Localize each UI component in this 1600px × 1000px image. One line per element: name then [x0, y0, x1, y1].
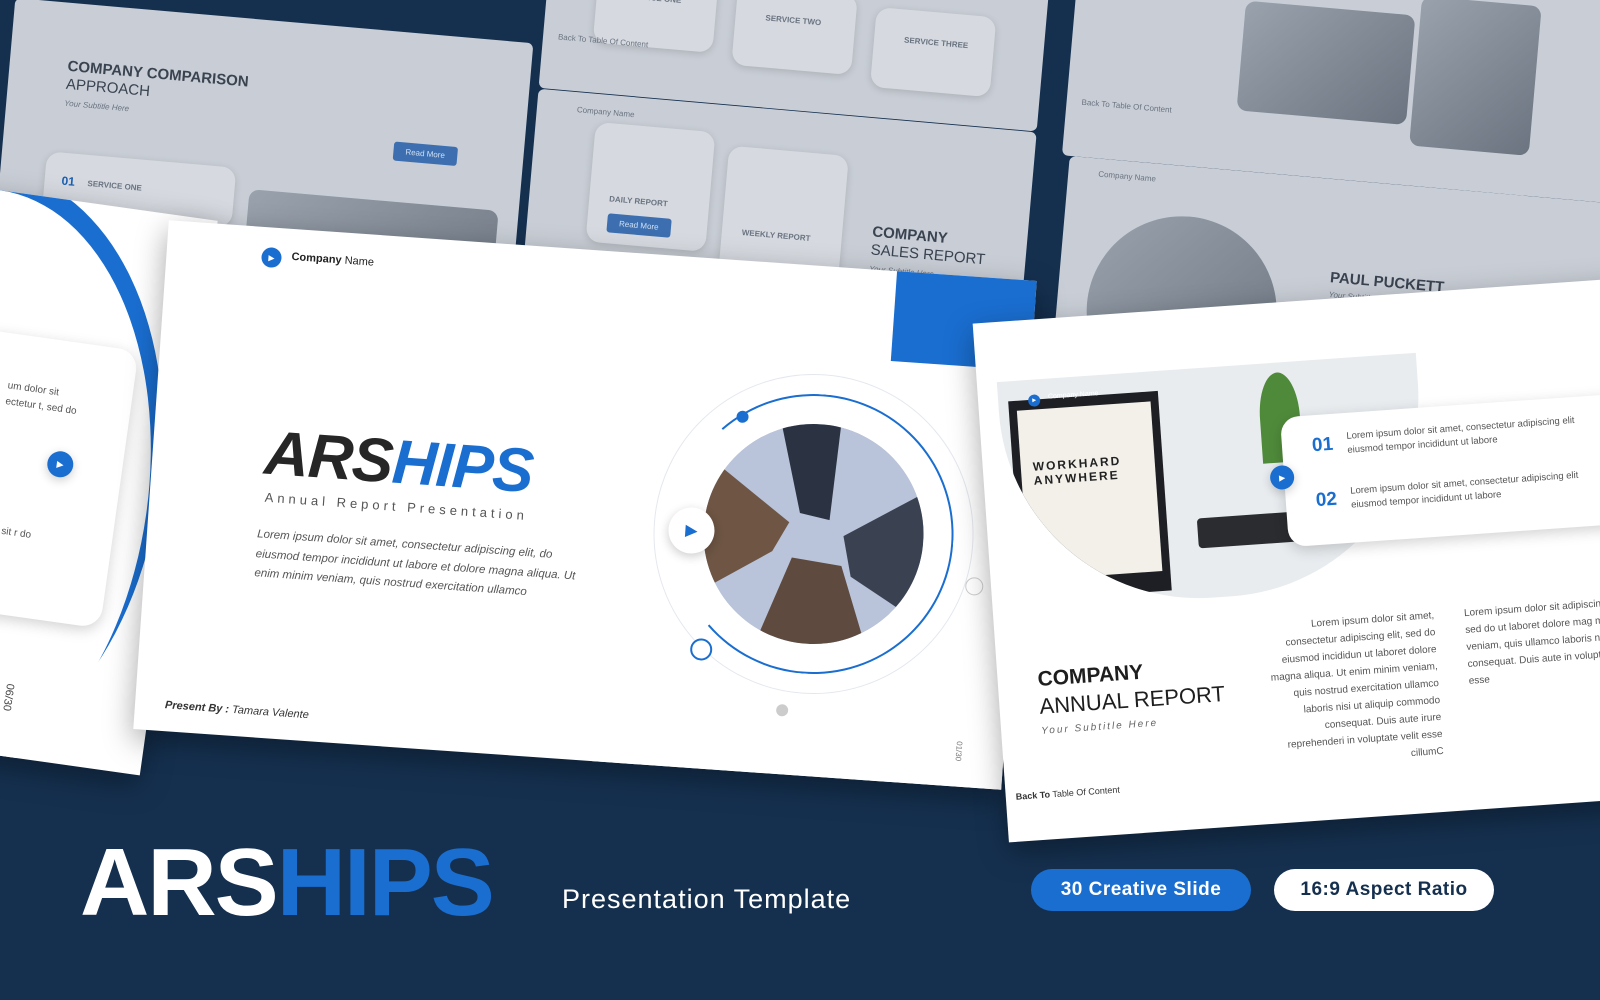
main-body: Lorem ipsum dolor sit amet, consectetur …	[254, 528, 576, 599]
back-link[interactable]: Back To Table Of Content	[1015, 785, 1120, 802]
main-slide: ▶ Company Name ARSHIPS Annual Report Pre…	[133, 220, 1037, 790]
slide-subtitle: Your Subtitle Here	[1040, 717, 1159, 737]
brand: Company Name	[1097, 169, 1157, 184]
page-number: 01/30	[953, 740, 964, 762]
back-link: Back To Table Of Content	[1081, 97, 1173, 115]
presenter: Present By : Tamara Valente	[164, 699, 310, 722]
brand: Company Name	[576, 105, 635, 120]
product-title: ARSHIPS	[80, 829, 495, 936]
text-column: Lorem ipsum dolor sit amet, consectetur …	[1270, 610, 1445, 760]
company-name: Company Name	[291, 250, 375, 269]
text-column: Lorem ipsum dolor sit adipiscing elit, s…	[1463, 597, 1600, 687]
slide-count-badge: 30 Creative Slide	[1031, 869, 1251, 911]
item-number: 02	[1315, 488, 1338, 512]
read-more-button: Read More	[392, 141, 458, 167]
product-tagline: Presentation Template	[562, 884, 852, 914]
slide-subtitle: Your Subtitle Here	[63, 98, 130, 114]
right-slide: WORKHARD ANYWHERE ▶ Company Name ▶ 01 Lo…	[972, 277, 1600, 843]
aspect-ratio-badge: 16:9 Aspect Ratio	[1274, 869, 1494, 911]
item-number: 01	[1311, 433, 1334, 457]
logo-play-icon: ▶	[260, 246, 283, 269]
